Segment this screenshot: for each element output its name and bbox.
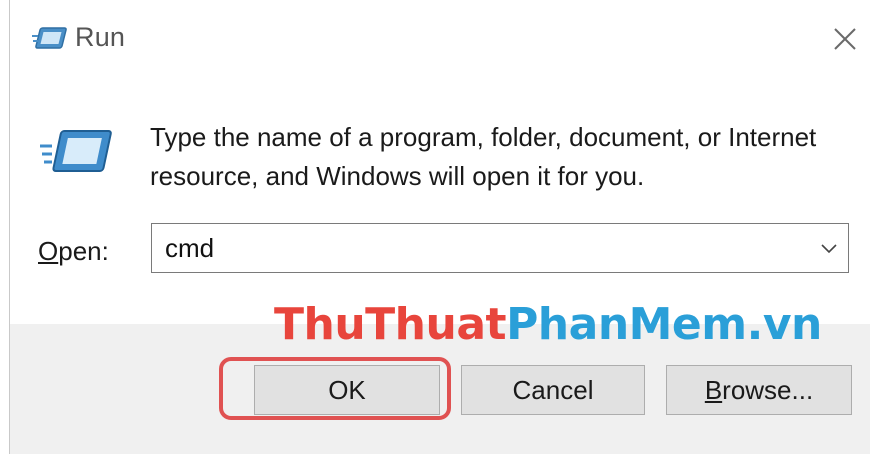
open-combobox[interactable]: cmd: [151, 223, 849, 273]
browse-accelerator: B: [704, 375, 723, 405]
open-label: Open:: [38, 236, 109, 267]
run-dialog: Run Type the name of a program, folder, …: [9, 0, 870, 454]
browse-button[interactable]: Browse...: [666, 365, 852, 415]
ok-button[interactable]: OK: [254, 365, 440, 415]
run-icon: [32, 27, 67, 49]
button-bar: OK Cancel Browse...: [10, 324, 870, 454]
command-input[interactable]: cmd: [165, 233, 214, 264]
chevron-down-icon[interactable]: [820, 239, 838, 257]
close-icon[interactable]: [828, 22, 862, 56]
title-bar: Run: [10, 0, 870, 76]
run-icon: [40, 130, 112, 172]
open-label-text: pen:: [58, 236, 109, 266]
window-title: Run: [75, 22, 126, 52]
dialog-description: Type the name of a program, folder, docu…: [150, 122, 817, 191]
dialog-body: Type the name of a program, folder, docu…: [10, 76, 870, 324]
browse-label: rowse...: [722, 375, 814, 405]
open-label-accelerator: O: [38, 236, 59, 266]
cancel-button[interactable]: Cancel: [461, 365, 645, 415]
